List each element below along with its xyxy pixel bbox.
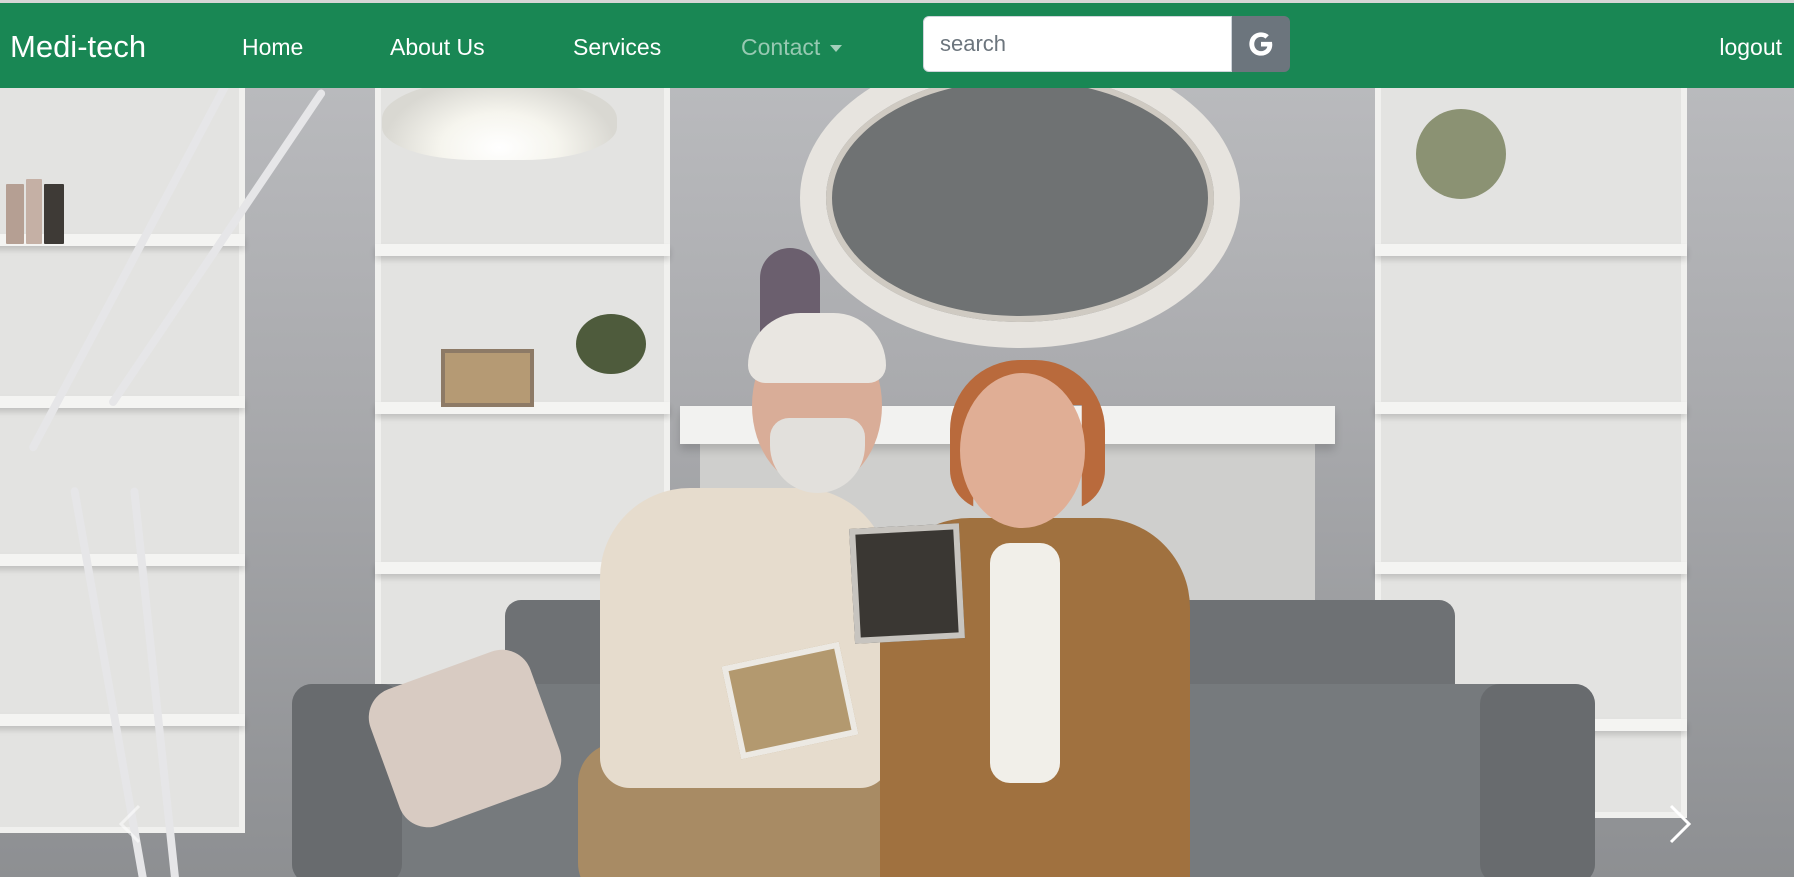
search-button[interactable] xyxy=(1232,16,1290,72)
hero-photo xyxy=(0,88,1794,877)
bookcase-left xyxy=(0,88,245,833)
potted-plant xyxy=(576,314,646,374)
woman-shirt xyxy=(990,543,1060,783)
chevron-left-icon xyxy=(118,804,141,844)
carousel-next-button[interactable] xyxy=(1650,794,1710,854)
woman-head xyxy=(960,373,1085,528)
nav-contact-dropdown[interactable]: Contact xyxy=(741,33,843,61)
man-hair xyxy=(748,313,886,383)
nav-contact-label: Contact xyxy=(741,34,821,60)
google-g-icon xyxy=(1249,32,1273,56)
round-mirror xyxy=(800,88,1240,348)
picture-frame xyxy=(441,349,534,407)
photo-frame-held xyxy=(849,523,965,644)
potted-plant-right xyxy=(1416,109,1506,199)
nav-services[interactable]: Services xyxy=(573,33,661,61)
floor-lamp xyxy=(382,88,617,160)
logout-link[interactable]: logout xyxy=(1719,33,1782,61)
navbar: Medi-tech Home About Us Services Contact… xyxy=(0,3,1794,88)
chevron-down-icon xyxy=(830,45,843,53)
brand-logo[interactable]: Medi-tech xyxy=(10,29,146,65)
nav-about-us[interactable]: About Us xyxy=(390,33,485,61)
hero-carousel xyxy=(0,88,1794,877)
carousel-prev-button[interactable] xyxy=(100,794,160,854)
sofa-arm-right xyxy=(1480,684,1595,877)
search-form xyxy=(923,16,1290,72)
nav-home[interactable]: Home xyxy=(242,33,303,61)
chevron-right-icon xyxy=(1669,804,1692,844)
search-input[interactable] xyxy=(923,16,1232,72)
